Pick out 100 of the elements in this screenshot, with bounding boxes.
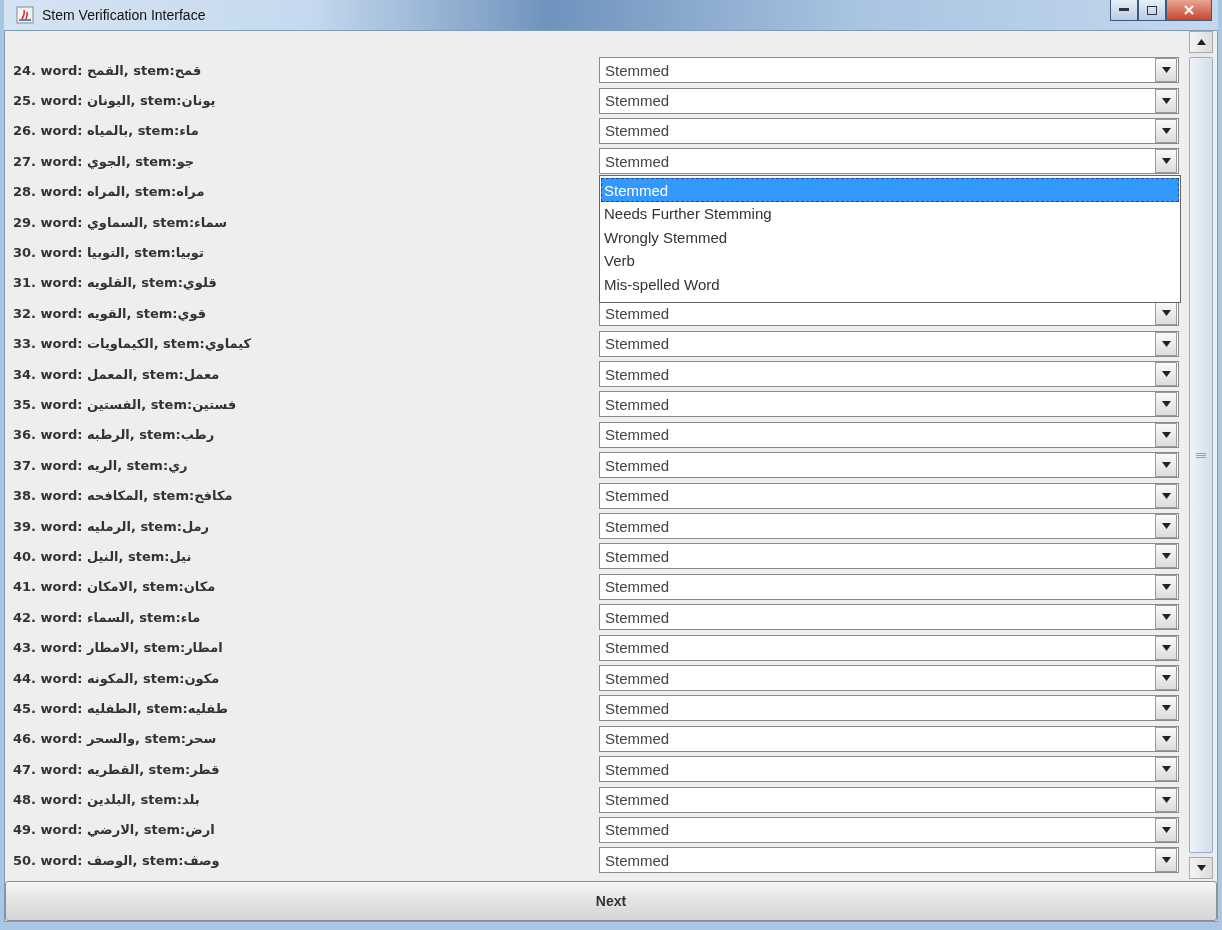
caret-icon — [1161, 796, 1171, 803]
status-dropdown[interactable]: Stemmed — [599, 634, 1179, 661]
word-stem-label: 49. word: الارضي, stem:ارض — [12, 822, 216, 838]
status-dropdown[interactable]: Stemmed — [599, 573, 1179, 600]
word-stem-label: 29. word: السماوي, stem:سماء — [12, 214, 229, 230]
status-dropdown[interactable]: Stemmed — [599, 847, 1179, 874]
status-dropdown[interactable]: Stemmed — [599, 330, 1179, 357]
dropdown-arrow-button[interactable] — [1155, 544, 1177, 569]
word-stem-label: 39. word: الرمليه, stem:رمل — [12, 518, 211, 534]
caret-icon — [1161, 523, 1171, 530]
status-dropdown[interactable]: Stemmed — [599, 604, 1179, 631]
grip-icon — [1196, 452, 1206, 458]
dropdown-arrow-button[interactable] — [1155, 88, 1177, 113]
status-dropdown[interactable]: Stemmed — [599, 87, 1179, 114]
dropdown-arrow-button[interactable] — [1155, 696, 1177, 721]
dropdown-arrow-button[interactable] — [1155, 574, 1177, 599]
dropdown-option[interactable]: Mis-spelled Word — [601, 272, 1179, 296]
dropdown-arrow-button[interactable] — [1155, 635, 1177, 660]
status-dropdown[interactable]: Stemmed — [599, 695, 1179, 722]
status-dropdown[interactable]: Stemmed — [599, 452, 1179, 479]
caret-icon — [1161, 644, 1171, 651]
status-dropdown[interactable]: Stemmed — [599, 148, 1179, 175]
word-stem-label: 26. word: بالمياه, stem:ماء — [12, 123, 200, 139]
dropdown-arrow-button[interactable] — [1155, 817, 1177, 842]
caret-icon — [1161, 67, 1171, 74]
status-dropdown[interactable]: Stemmed — [599, 482, 1179, 509]
dropdown-option[interactable]: Wrongly Stemmed — [601, 225, 1179, 249]
word-stem-label: 42. word: السماء, stem:ماء — [12, 609, 202, 625]
caret-icon — [1161, 158, 1171, 165]
dropdown-arrow-button[interactable] — [1155, 787, 1177, 812]
dropdown-arrow-button[interactable] — [1155, 453, 1177, 478]
status-dropdown[interactable]: Stemmed — [599, 513, 1179, 540]
dropdown-arrow-button[interactable] — [1155, 605, 1177, 630]
status-dropdown[interactable]: Stemmed — [599, 57, 1179, 84]
word-stem-label: 48. word: البلدين, stem:بلد — [12, 792, 201, 808]
dropdown-arrow-button[interactable] — [1155, 118, 1177, 143]
word-stem-label: 35. word: الفستين, stem:فستين — [12, 397, 238, 412]
word-stem-label: 43. word: الامطار, stem:امطار — [12, 640, 224, 656]
word-stem-label: 40. word: النيل, stem:نيل — [12, 548, 193, 564]
dropdown-arrow-button[interactable] — [1155, 726, 1177, 751]
dropdown-arrow-button[interactable] — [1155, 362, 1177, 387]
caret-icon — [1161, 675, 1171, 681]
status-dropdown[interactable]: Stemmed — [599, 543, 1179, 570]
status-dropdown[interactable]: Stemmed — [599, 391, 1179, 418]
window-title: Stem Verification Interface — [42, 7, 206, 23]
minimize-icon — [1119, 8, 1129, 12]
status-dropdown[interactable]: Stemmed — [599, 361, 1179, 388]
word-stem-label: 38. word: المكافحه, stem:مكافح — [12, 488, 234, 504]
status-dropdown[interactable]: Stemmed — [599, 786, 1179, 813]
dropdown-arrow-button[interactable] — [1155, 666, 1177, 690]
status-dropdown[interactable]: Stemmed — [599, 421, 1179, 448]
caret-icon — [1161, 826, 1171, 833]
caret-icon — [1161, 614, 1171, 621]
caret-icon — [1161, 705, 1171, 712]
close-button[interactable] — [1166, 0, 1212, 21]
caret-icon — [1161, 97, 1171, 104]
status-dropdown[interactable]: Stemmed — [599, 756, 1179, 783]
status-dropdown[interactable]: Stemmed — [599, 117, 1179, 144]
word-stem-label: 33. word: الكيماويات, stem:كيماوي — [12, 336, 253, 352]
caret-icon — [1161, 371, 1171, 378]
word-stem-label: 41. word: الامكان, stem:مكان — [12, 579, 217, 595]
dropdown-arrow-button[interactable] — [1155, 149, 1177, 174]
dropdown-arrow-button[interactable] — [1155, 392, 1177, 417]
word-stem-label: 46. word: والسحر, stem:سحر — [12, 731, 218, 747]
caret-icon — [1161, 735, 1171, 742]
status-dropdown[interactable]: Stemmed — [599, 816, 1179, 843]
minimize-button[interactable] — [1110, 0, 1138, 21]
word-stem-label: 32. word: القويه, stem:قوي — [12, 305, 208, 321]
word-stem-label: 45. word: الطفليه, stem:طفليه — [12, 700, 229, 716]
word-stem-label: 36. word: الرطبه, stem:رطب — [12, 427, 216, 443]
word-stem-label: 24. word: القمح, stem:قمح — [12, 62, 203, 78]
scroll-down-button[interactable] — [1189, 857, 1213, 879]
status-dropdown[interactable]: Stemmed — [599, 725, 1179, 752]
dropdown-arrow-button[interactable] — [1155, 301, 1177, 326]
dropdown-arrow-button[interactable] — [1155, 514, 1177, 539]
caret-icon — [1161, 401, 1171, 408]
caret-icon — [1161, 583, 1171, 590]
caret-icon — [1161, 857, 1171, 864]
dropdown-option[interactable]: Verb — [601, 248, 1179, 273]
maximize-button[interactable] — [1138, 0, 1166, 21]
word-stem-label: 25. word: اليونان, stem:يونان — [12, 93, 217, 109]
caret-icon — [1161, 310, 1171, 317]
dropdown-arrow-button[interactable] — [1155, 422, 1177, 447]
dropdown-arrow-button[interactable] — [1155, 331, 1177, 356]
next-button[interactable]: Next — [5, 881, 1217, 921]
dropdown-arrow-button[interactable] — [1155, 58, 1177, 83]
caret-icon — [1196, 865, 1206, 871]
dropdown-arrow-button[interactable] — [1155, 483, 1177, 508]
word-stem-label: 50. word: الوصف, stem:وصف — [12, 852, 221, 868]
word-stem-label: 28. word: المراه, stem:مراه — [12, 184, 206, 200]
scroll-up-button[interactable] — [1189, 31, 1213, 53]
word-stem-label: 31. word: القلويه, stem:قلوي — [12, 275, 218, 291]
maximize-icon — [1147, 5, 1157, 15]
dropdown-option[interactable]: Needs Further Stemming — [601, 201, 1179, 226]
dropdown-arrow-button[interactable] — [1155, 757, 1177, 782]
caret-icon — [1161, 553, 1171, 560]
caret-icon — [1161, 127, 1171, 134]
dropdown-arrow-button[interactable] — [1155, 848, 1177, 873]
status-dropdown[interactable]: Stemmed — [599, 665, 1179, 691]
word-stem-label: 37. word: الريه, stem:ري — [12, 457, 189, 473]
